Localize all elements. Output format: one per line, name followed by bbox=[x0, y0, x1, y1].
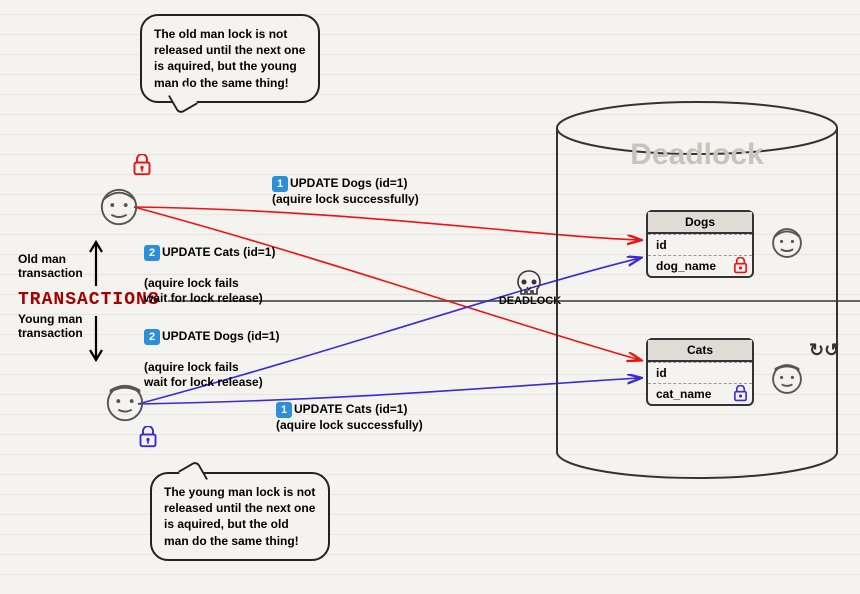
badge-1-icon: 1 bbox=[272, 176, 288, 192]
young-man-face-icon bbox=[104, 382, 146, 424]
table-row: cat_name bbox=[648, 383, 752, 404]
table-row: id bbox=[648, 234, 752, 255]
speech-bubble-young-man: The young man lock is not released until… bbox=[150, 472, 330, 561]
table-dogs: Dogs id dog_name bbox=[646, 210, 754, 278]
database-cylinder: Deadlock bbox=[552, 100, 842, 480]
query-oldman-2: 2UPDATE Cats (id=1) (aquire lock fails w… bbox=[144, 230, 275, 306]
badge-2-icon: 2 bbox=[144, 245, 160, 261]
table-cats: Cats id cat_name bbox=[646, 338, 754, 406]
query-youngman-2: 2UPDATE Dogs (id=1) (aquire lock fails w… bbox=[144, 314, 279, 390]
badge-2-icon: 2 bbox=[144, 329, 160, 345]
transactions-title: TRANSACTIONS bbox=[18, 290, 160, 310]
old-man-transaction-label: Old man transaction bbox=[18, 252, 83, 281]
speech-bubble-old-man: The old man lock is not released until t… bbox=[140, 14, 320, 103]
lock-icon-purple bbox=[138, 426, 158, 448]
old-man-face-icon bbox=[98, 186, 140, 228]
table-row: dog_name bbox=[648, 255, 752, 276]
old-man-face-icon-small bbox=[770, 226, 804, 260]
badge-1-icon: 1 bbox=[276, 402, 292, 418]
speech-text-old: The old man lock is not released until t… bbox=[154, 27, 305, 90]
young-man-face-icon-small bbox=[770, 362, 804, 396]
young-man-transaction-label: Young man transaction bbox=[18, 312, 83, 341]
table-header: Dogs bbox=[648, 212, 752, 234]
lock-icon-red bbox=[132, 154, 152, 176]
refresh-icon: ↻↺ bbox=[809, 340, 837, 362]
query-youngman-1: 1UPDATE Cats (id=1) (aquire lock success… bbox=[276, 402, 423, 433]
query-oldman-1: 1UPDATE Dogs (id=1) (aquire lock success… bbox=[272, 176, 419, 207]
lock-icon-purple-small bbox=[733, 385, 748, 405]
speech-text-young: The young man lock is not released until… bbox=[164, 485, 315, 548]
table-row: id bbox=[648, 362, 752, 383]
deadlock-cylinder-label: Deadlock bbox=[552, 138, 842, 172]
table-header: Cats bbox=[648, 340, 752, 362]
lock-icon-red-small bbox=[733, 257, 748, 277]
